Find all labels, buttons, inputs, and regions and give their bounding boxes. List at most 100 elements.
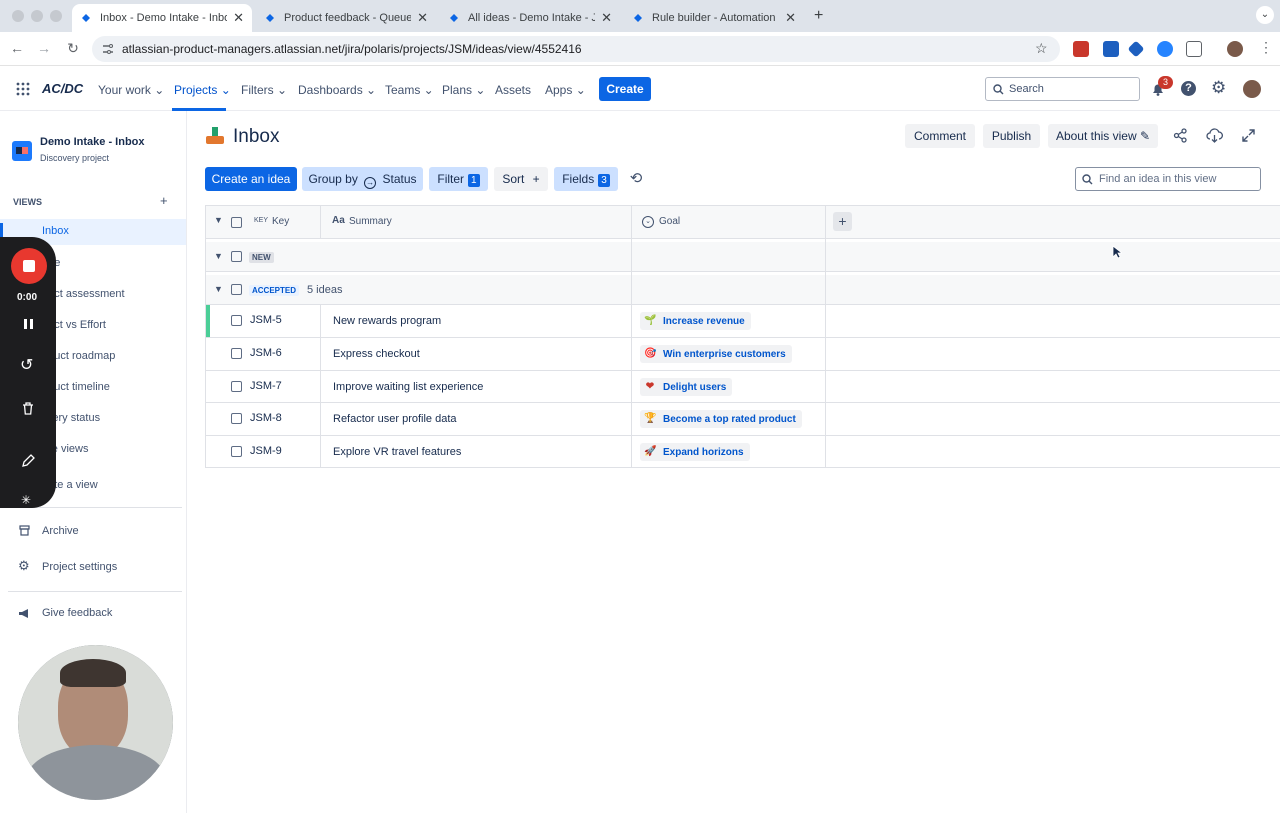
- pause-icon[interactable]: [24, 319, 27, 329]
- close-tab-icon[interactable]: ✕: [601, 10, 612, 26]
- trash-icon[interactable]: [22, 402, 34, 415]
- group-chevron-icon[interactable]: ▼: [214, 284, 223, 294]
- effects-sparkle-icon[interactable]: ✳: [21, 493, 31, 507]
- fullscreen-expand-icon[interactable]: [1242, 129, 1255, 142]
- nav-apps[interactable]: Apps ⌄: [545, 83, 586, 97]
- window-zoom-dot[interactable]: [50, 10, 62, 22]
- user-avatar[interactable]: [1243, 80, 1261, 98]
- idea-summary[interactable]: New rewards program: [333, 315, 441, 327]
- cloud-export-icon[interactable]: [1206, 128, 1223, 143]
- add-view-icon[interactable]: +: [160, 193, 168, 208]
- table-row[interactable]: JSM-7 Improve waiting list experience ❤ D…: [205, 371, 1280, 403]
- select-all-checkbox[interactable]: [231, 217, 242, 228]
- publish-button[interactable]: Publish: [983, 124, 1040, 148]
- nav-projects[interactable]: Projects ⌄: [174, 83, 231, 97]
- row-checkbox[interactable]: [231, 381, 242, 392]
- nav-plans[interactable]: Plans ⌄: [442, 83, 485, 97]
- group-checkbox[interactable]: [231, 251, 242, 262]
- goal-tag[interactable]: 🏆 Become a top rated product: [640, 410, 802, 428]
- settings-gear-icon[interactable]: ⚙: [1211, 78, 1226, 98]
- sidebar-item-give-feedback[interactable]: Give feedback: [42, 607, 112, 619]
- row-checkbox[interactable]: [231, 446, 242, 457]
- nav-filters[interactable]: Filters ⌄: [241, 83, 287, 97]
- sidebar-item-project-settings[interactable]: Project settings: [42, 561, 117, 573]
- app-switcher-icon[interactable]: [16, 82, 30, 96]
- idea-summary[interactable]: Improve waiting list experience: [333, 381, 483, 393]
- idea-key[interactable]: JSM-9: [250, 445, 282, 457]
- column-header-goal[interactable]: Goal: [659, 216, 680, 227]
- window-minimize-dot[interactable]: [31, 10, 43, 22]
- idea-key[interactable]: JSM-7: [250, 380, 282, 392]
- sidebar-item-archive[interactable]: Archive: [42, 525, 79, 537]
- collapse-all-chevron-icon[interactable]: ▼: [214, 215, 223, 225]
- filter-button[interactable]: Filter 1: [429, 167, 488, 191]
- nav-assets[interactable]: Assets: [495, 83, 531, 97]
- column-header-key[interactable]: Key: [272, 216, 289, 227]
- reload-icon[interactable]: ↻: [64, 40, 82, 57]
- idea-key[interactable]: JSM-5: [250, 314, 282, 326]
- goal-tag[interactable]: ❤ Delight users: [640, 378, 733, 396]
- group-chevron-icon[interactable]: ▼: [214, 251, 223, 261]
- table-row[interactable]: JSM-5 New rewards program 🌱 Increase reve…: [205, 305, 1280, 338]
- browser-tab[interactable]: Rule builder - Automation - Ji ✕: [624, 4, 804, 32]
- nav-dashboards[interactable]: Dashboards ⌄: [298, 83, 376, 97]
- table-row[interactable]: JSM-6 Express checkout 🎯 Win enterprise c…: [205, 338, 1280, 371]
- idea-summary[interactable]: Refactor user profile data: [333, 413, 457, 425]
- share-icon[interactable]: [1173, 128, 1188, 143]
- address-bar[interactable]: atlassian-product-managers.atlassian.net…: [92, 36, 1060, 62]
- browser-tab[interactable]: All ideas - Demo Intake - JSM ✕: [440, 4, 620, 32]
- site-settings-icon[interactable]: [102, 43, 114, 55]
- fields-button[interactable]: Fields 3: [554, 167, 618, 191]
- bookmark-star-icon[interactable]: ☆: [1035, 40, 1048, 57]
- extension-icon[interactable]: [1157, 41, 1173, 57]
- wrench-extension-icon[interactable]: [1127, 40, 1145, 58]
- forward-icon[interactable]: →: [35, 40, 53, 56]
- idea-summary[interactable]: Explore VR travel features: [333, 446, 461, 458]
- browser-menu-icon[interactable]: ⋮: [1259, 39, 1273, 56]
- sort-button[interactable]: Sort +: [494, 167, 548, 191]
- pen-draw-icon[interactable]: [21, 454, 35, 468]
- browser-tab[interactable]: Product feedback - Queues - ✕: [256, 4, 436, 32]
- nav-teams[interactable]: Teams ⌄: [385, 83, 434, 97]
- about-view-button[interactable]: About this view ✎: [1048, 124, 1158, 148]
- extension-icon[interactable]: [1103, 41, 1119, 57]
- table-row[interactable]: JSM-8 Refactor user profile data 🏆 Become…: [205, 403, 1280, 436]
- idea-summary[interactable]: Express checkout: [333, 348, 420, 360]
- goal-tag[interactable]: 🎯 Win enterprise customers: [640, 345, 792, 363]
- add-field-icon[interactable]: +: [833, 212, 852, 231]
- idea-key[interactable]: JSM-6: [250, 347, 282, 359]
- help-icon[interactable]: ?: [1181, 81, 1196, 96]
- table-row[interactable]: JSM-9 Explore VR travel features 🚀 Expand…: [205, 436, 1280, 468]
- stop-recording-button[interactable]: [11, 248, 47, 284]
- auto-sync-icon[interactable]: ⟲: [624, 167, 648, 191]
- group-checkbox[interactable]: [231, 284, 242, 295]
- goal-tag[interactable]: 🌱 Increase revenue: [640, 312, 751, 330]
- puzzle-extensions-icon[interactable]: [1186, 41, 1202, 57]
- extension-icon[interactable]: [1073, 41, 1089, 57]
- pause-icon[interactable]: [30, 319, 33, 329]
- close-tab-icon[interactable]: ✕: [417, 10, 428, 26]
- create-button[interactable]: Create: [599, 77, 651, 101]
- create-idea-button[interactable]: Create an idea: [205, 167, 297, 191]
- close-tab-icon[interactable]: ✕: [785, 10, 796, 26]
- column-header-summary[interactable]: Summary: [349, 216, 392, 227]
- new-tab-icon[interactable]: +: [814, 7, 823, 25]
- close-tab-icon[interactable]: ✕: [233, 10, 244, 26]
- find-idea-input[interactable]: Find an idea in this view: [1075, 167, 1261, 191]
- profile-avatar[interactable]: [1227, 41, 1243, 57]
- nav-your-work[interactable]: Your work ⌄: [98, 83, 164, 97]
- tab-search-icon[interactable]: ⌄: [1256, 6, 1274, 24]
- search-input[interactable]: Search: [985, 77, 1140, 101]
- goal-tag[interactable]: 🚀 Expand horizons: [640, 443, 750, 461]
- row-checkbox[interactable]: [231, 413, 242, 424]
- group-by-button[interactable]: Group by → Status: [302, 167, 423, 191]
- restart-icon[interactable]: ↺: [20, 355, 33, 375]
- browser-tab[interactable]: Inbox - Demo Intake - Inbox - ✕: [72, 4, 252, 32]
- group-row-accepted[interactable]: ▼ ACCEPTED 5 ideas: [205, 275, 1280, 305]
- window-close-dot[interactable]: [12, 10, 24, 22]
- idea-key[interactable]: JSM-8: [250, 412, 282, 424]
- site-logo[interactable]: AC/DC: [42, 81, 83, 96]
- comment-button[interactable]: Comment: [905, 124, 975, 148]
- row-checkbox[interactable]: [231, 348, 242, 359]
- project-name[interactable]: Demo Intake - Inbox: [40, 136, 145, 148]
